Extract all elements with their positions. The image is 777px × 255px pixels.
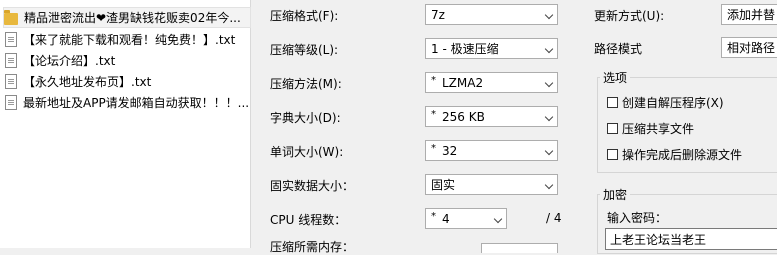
word-size-select[interactable]: * 32 <box>425 140 558 161</box>
create-sfx-label: 创建自解压程序(X) <box>622 96 724 110</box>
path-mode-label: 路径模式 <box>594 42 643 56</box>
chevron-down-icon <box>544 112 554 122</box>
password-label: 输入密码： <box>607 211 668 225</box>
solid-size-select[interactable]: 固实 <box>425 174 558 195</box>
options-group-title: 选项 <box>600 69 631 86</box>
memory-label: 压缩所需内存： <box>270 240 355 254</box>
chevron-down-icon <box>544 146 554 156</box>
text-file-icon <box>5 74 17 89</box>
file-list-item[interactable]: 最新地址及APP请发邮箱自动获取！！！... <box>4 93 250 112</box>
file-list-item[interactable]: 【来了就能下载和观看！纯免费！】.txt <box>4 30 250 49</box>
compress-shared-checkbox[interactable]: 压缩共享文件 <box>607 120 694 137</box>
file-name: 最新地址及APP请发邮箱自动获取！！！... <box>23 96 250 110</box>
chevron-down-icon <box>544 78 554 88</box>
file-name: 【来了就能下载和观看！纯免费！】.txt <box>23 33 236 47</box>
file-list-item[interactable]: 精品泄密流出❤渣男缺钱花贩卖02年今... <box>3 7 251 28</box>
file-list-item[interactable]: 【永久地址发布页】.txt <box>4 72 250 91</box>
path-mode-select[interactable]: 相对路径 <box>721 37 777 58</box>
method-label: 压缩方法(M): <box>270 77 342 91</box>
default-marker-icon: * <box>431 109 436 120</box>
checkbox-box <box>607 149 618 160</box>
encryption-group-title: 加密 <box>600 186 631 203</box>
folder-icon <box>4 9 18 25</box>
text-file-icon <box>5 95 17 110</box>
compress-shared-label: 压缩共享文件 <box>622 122 695 136</box>
chevron-down-icon <box>544 44 554 54</box>
level-value: 1 - 极速压缩 <box>431 42 499 56</box>
chevron-down-icon <box>493 214 503 224</box>
cpu-threads-select[interactable]: * 4 <box>425 208 507 229</box>
path-mode-value: 相对路径 <box>727 41 776 55</box>
checkbox-box <box>607 123 618 134</box>
cpu-threads-total: / 4 <box>546 211 562 225</box>
delete-after-checkbox[interactable]: 操作完成后删除源文件 <box>607 146 742 163</box>
solid-size-value: 固实 <box>431 178 456 192</box>
default-marker-icon: * <box>431 143 436 154</box>
format-select[interactable]: 7z <box>425 4 558 25</box>
level-label: 压缩等级(L): <box>270 43 339 57</box>
text-file-icon <box>5 53 17 68</box>
default-marker-icon: * <box>431 211 436 222</box>
dictionary-value: 256 KB <box>442 109 485 124</box>
format-label: 压缩格式(F): <box>270 9 339 23</box>
password-input[interactable]: 上老王论坛当老王 <box>605 228 777 250</box>
memory-value-box <box>481 243 558 253</box>
delete-after-label: 操作完成后删除源文件 <box>622 148 743 162</box>
file-name: 精品泄密流出❤渣男缺钱花贩卖02年今... <box>24 11 241 25</box>
update-mode-select[interactable]: 添加并替 <box>721 4 777 25</box>
method-select[interactable]: * LZMA2 <box>425 72 558 93</box>
chevron-down-icon <box>544 10 554 20</box>
update-mode-label: 更新方式(U): <box>594 9 665 23</box>
dictionary-label: 字典大小(D): <box>270 111 341 125</box>
level-select[interactable]: 1 - 极速压缩 <box>425 38 558 59</box>
file-name: 【论坛介绍】.txt <box>23 54 116 68</box>
file-name: 【永久地址发布页】.txt <box>23 75 152 89</box>
checkbox-box <box>607 97 618 108</box>
file-list-item[interactable]: 【论坛介绍】.txt <box>4 51 250 70</box>
format-value: 7z <box>431 7 445 22</box>
default-marker-icon: * <box>431 75 436 86</box>
word-size-value: 32 <box>442 143 458 158</box>
word-size-label: 单词大小(W): <box>270 145 344 159</box>
chevron-down-icon <box>544 180 554 190</box>
solid-size-label: 固实数据大小： <box>270 179 355 193</box>
create-sfx-checkbox[interactable]: 创建自解压程序(X) <box>607 94 724 111</box>
file-list-panel: 精品泄密流出❤渣男缺钱花贩卖02年今... 【来了就能下载和观看！纯免费！】.t… <box>0 0 251 248</box>
text-file-icon <box>5 32 17 47</box>
cpu-threads-label: CPU 线程数： <box>270 213 347 227</box>
cpu-threads-value: 4 <box>442 211 450 226</box>
dictionary-select[interactable]: * 256 KB <box>425 106 558 127</box>
update-mode-value: 添加并替 <box>727 8 776 22</box>
method-value: LZMA2 <box>442 75 484 90</box>
password-value: 上老王论坛当老王 <box>610 232 707 247</box>
